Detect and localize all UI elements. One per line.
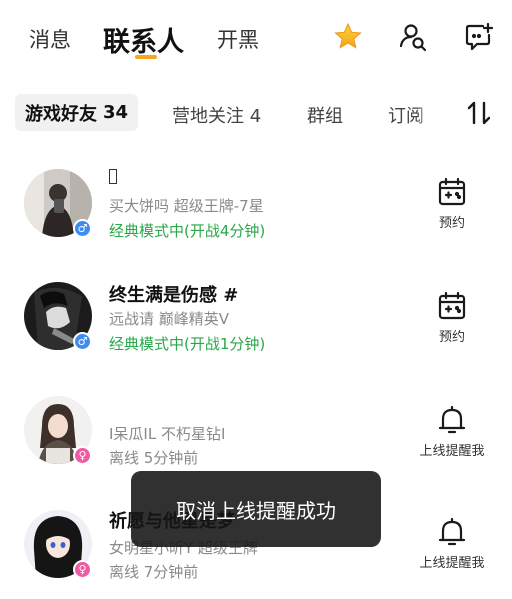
tab-subscriptions[interactable]: 订阅 — [388, 102, 430, 128]
star-icon[interactable] — [331, 20, 365, 54]
calendar-game-icon — [438, 177, 466, 206]
contact-row[interactable]: ♂ 买大饼吗 超级王牌-7星 经典模式中(开战4分钟) 预约 — [0, 142, 512, 262]
sort-icon[interactable] — [462, 96, 496, 130]
contact-status: 经典模式中(开战4分钟) — [109, 222, 266, 240]
tab-messages[interactable]: 消息 — [29, 24, 71, 54]
add-chat-icon[interactable] — [462, 20, 496, 54]
top-nav: 消息 联系人 开黑 — [0, 0, 512, 76]
contact-name: 终生满是伤感 # — [109, 285, 239, 306]
toast-text: 取消上线提醒成功 — [176, 498, 336, 523]
reserve-label: 预约 — [438, 330, 465, 345]
gender-female-icon: ♀ — [73, 446, 92, 465]
toast-message: 取消上线提醒成功 — [131, 471, 381, 547]
online-reminder-label: 上线提醒我 — [419, 556, 485, 571]
contact-subtitle: 远战请 巅峰精英V — [109, 310, 230, 328]
contact-subtitle: 买大饼吗 超级王牌-7星 — [109, 197, 264, 215]
online-reminder-label: 上线提醒我 — [419, 444, 485, 459]
contact-status: 经典模式中(开战1分钟) — [109, 335, 266, 353]
gender-male-icon: ♂ — [73, 332, 92, 351]
reserve-label: 预约 — [438, 216, 465, 231]
gender-male-icon: ♂ — [73, 219, 92, 238]
calendar-game-icon — [438, 291, 466, 320]
reserve-button[interactable]: 预约 — [407, 290, 497, 345]
contact-row[interactable]: ♂ 终生满是伤感 # 远战请 巅峰精英V 经典模式中(开战1分钟) 预约 — [0, 262, 512, 382]
tab-groups[interactable]: 群组 — [307, 102, 343, 128]
gender-female-icon: ♀ — [73, 560, 92, 579]
contact-subtitle: I呆瓜IL 不朽星钻I — [109, 425, 226, 443]
tab-camp-follows[interactable]: 营地关注 4 — [172, 102, 261, 128]
bell-icon — [438, 405, 466, 434]
unknown-glyph-icon — [109, 169, 117, 184]
tab-game-friends-label: 游戏好友 — [25, 103, 97, 125]
bell-icon — [438, 517, 466, 546]
contact-status: 离线 7分钟前 — [109, 563, 199, 581]
online-reminder-button[interactable]: 上线提醒我 — [407, 404, 497, 459]
contact-status: 离线 5分钟前 — [109, 449, 199, 467]
tab-contacts[interactable]: 联系人 — [103, 20, 184, 59]
tab-play-together[interactable]: 开黑 — [217, 24, 259, 54]
tab-game-friends-count: 34 — [103, 102, 129, 123]
online-reminder-button[interactable]: 上线提醒我 — [407, 516, 497, 571]
active-tab-indicator — [135, 55, 157, 59]
user-search-icon[interactable] — [396, 20, 430, 54]
tab-game-friends[interactable]: 游戏好友 34 — [15, 94, 139, 131]
reserve-button[interactable]: 预约 — [407, 176, 497, 231]
sub-tabs: 游戏好友 34 营地关注 4 群组 订阅 — [0, 92, 512, 134]
